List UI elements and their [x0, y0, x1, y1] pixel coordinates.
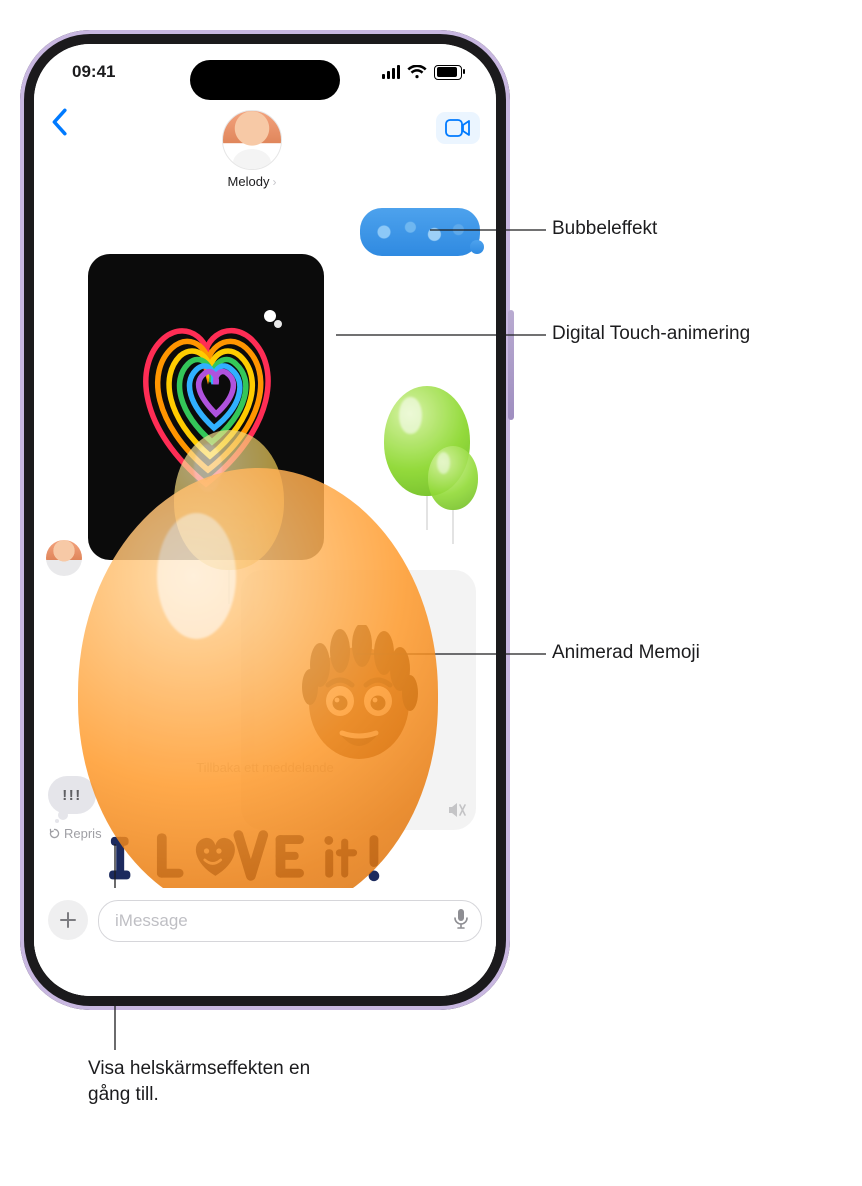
dictation-icon[interactable]: [453, 908, 469, 935]
message-input[interactable]: iMessage: [98, 900, 482, 942]
plus-icon: [58, 910, 78, 930]
wifi-icon: [407, 65, 427, 79]
contact-header[interactable]: Melody ›: [68, 110, 436, 189]
compose-bar: iMessage: [34, 888, 496, 996]
cellular-icon: [382, 65, 401, 79]
message-placeholder: iMessage: [115, 911, 188, 931]
battery-icon: [434, 65, 462, 80]
contact-name-label: Melody: [228, 174, 270, 189]
contact-avatar: [222, 110, 282, 170]
chevron-right-icon: ›: [272, 175, 276, 189]
facetime-button[interactable]: [436, 112, 480, 144]
dynamic-island: [190, 60, 340, 100]
nav-header: Melody ›: [34, 100, 496, 208]
apps-plus-button[interactable]: [48, 900, 88, 940]
back-button[interactable]: [50, 108, 68, 136]
status-time: 09:41: [72, 62, 115, 82]
